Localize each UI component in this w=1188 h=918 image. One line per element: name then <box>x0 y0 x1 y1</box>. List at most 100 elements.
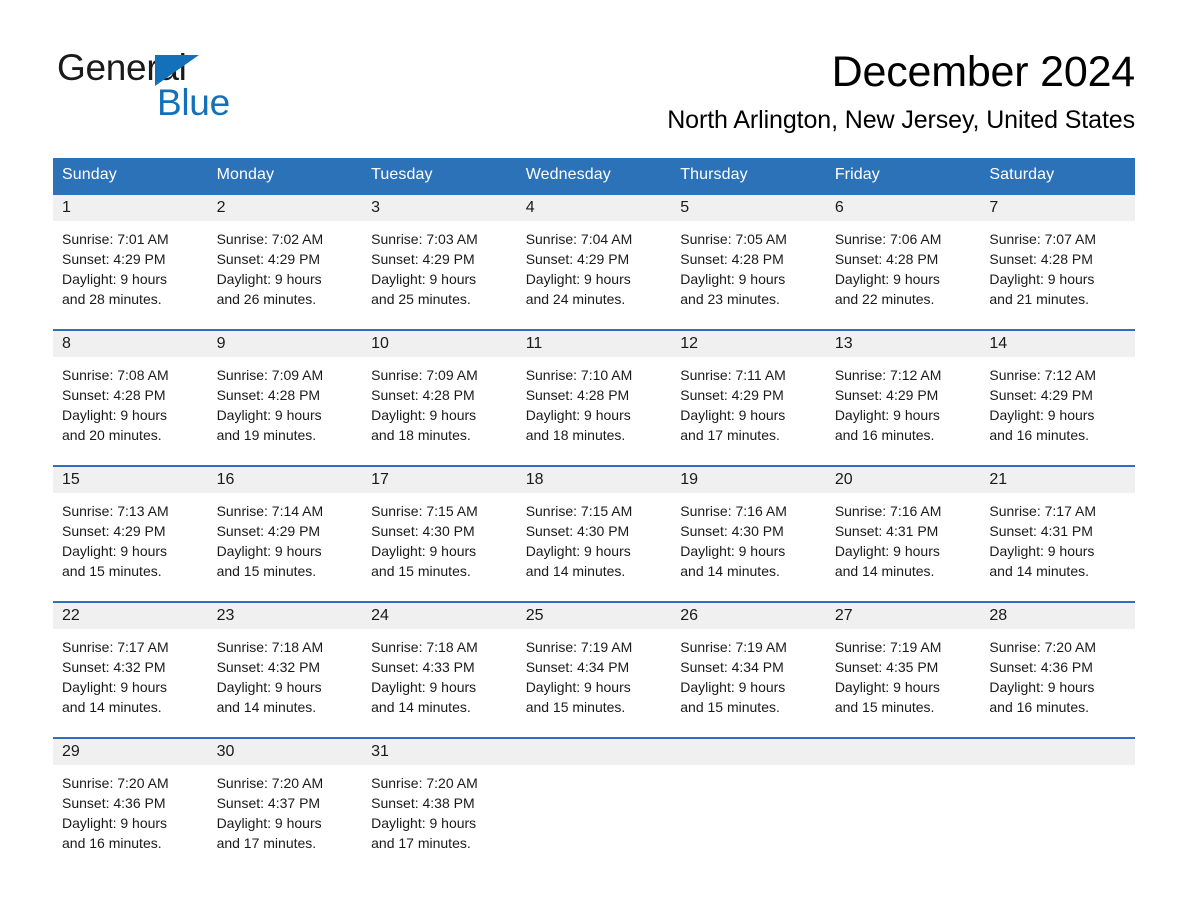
sunrise-text: Sunrise: 7:12 AM <box>989 367 1096 383</box>
day-cell[interactable]: 28 Sunrise: 7:20 AM Sunset: 4:36 PM Dayl… <box>980 601 1135 738</box>
sunrise-text: Sunrise: 7:06 AM <box>834 231 942 247</box>
sunset-text: Sunset: 4:29 PM <box>216 251 321 267</box>
day-number: 26 <box>671 603 826 629</box>
sunrise-text: Sunrise: 7:09 AM <box>371 367 478 383</box>
daylight-text-line2: and 24 minutes. <box>525 291 626 307</box>
day-cell[interactable]: 24 Sunrise: 7:18 AM Sunset: 4:33 PM Dayl… <box>362 601 517 738</box>
day-number: 28 <box>980 603 1135 629</box>
day-details: Sunrise: 7:09 AM Sunset: 4:28 PM Dayligh… <box>208 357 363 445</box>
sunset-text: Sunset: 4:29 PM <box>371 251 475 267</box>
day-cell[interactable]: 23 Sunrise: 7:18 AM Sunset: 4:32 PM Dayl… <box>207 601 363 738</box>
location-subtitle: North Arlington, New Jersey, United Stat… <box>667 106 1135 134</box>
daylight-text-line2: and 15 minutes. <box>680 699 780 715</box>
daylight-text-line2: and 17 minutes. <box>216 835 317 851</box>
page-title: December 2024 <box>831 48 1136 96</box>
day-cell[interactable]: 5 Sunrise: 7:05 AM Sunset: 4:28 PM Dayli… <box>671 193 826 330</box>
sunrise-text: Sunrise: 7:07 AM <box>989 231 1096 247</box>
day-cell[interactable]: 26 Sunrise: 7:19 AM Sunset: 4:34 PM Dayl… <box>671 601 826 738</box>
day-cell[interactable]: 20 Sunrise: 7:16 AM Sunset: 4:31 PM Dayl… <box>825 465 981 602</box>
day-cell[interactable]: 10 Sunrise: 7:09 AM Sunset: 4:28 PM Dayl… <box>362 329 517 466</box>
day-number: 7 <box>980 195 1135 221</box>
daylight-text-line2: and 20 minutes. <box>62 427 162 443</box>
weekday-header-saturday: Saturday <box>980 158 1135 194</box>
day-details: Sunrise: 7:10 AM Sunset: 4:28 PM Dayligh… <box>517 357 672 445</box>
day-number: 18 <box>516 467 672 493</box>
day-cell[interactable]: 18 Sunrise: 7:15 AM Sunset: 4:30 PM Dayl… <box>516 465 672 602</box>
day-number: 31 <box>362 739 517 765</box>
daylight-text-line2: and 16 minutes. <box>989 699 1089 715</box>
sunrise-text: Sunrise: 7:18 AM <box>371 639 478 655</box>
daylight-text-line2: and 14 minutes. <box>216 699 317 715</box>
day-number: 17 <box>362 467 517 493</box>
day-number: 4 <box>516 195 672 221</box>
day-number: 30 <box>207 739 363 765</box>
day-cell[interactable]: 6 Sunrise: 7:06 AM Sunset: 4:28 PM Dayli… <box>825 193 981 330</box>
daylight-text-line1: Daylight: 9 hours <box>834 679 940 695</box>
day-details: Sunrise: 7:12 AM Sunset: 4:29 PM Dayligh… <box>826 357 981 445</box>
day-cell[interactable]: 11 Sunrise: 7:10 AM Sunset: 4:28 PM Dayl… <box>516 329 672 466</box>
day-cell[interactable]: 27 Sunrise: 7:19 AM Sunset: 4:35 PM Dayl… <box>825 601 981 738</box>
daylight-text-line1: Daylight: 9 hours <box>989 543 1095 559</box>
title-block: December 2024 North Arlington, New Jerse… <box>667 46 1135 136</box>
day-number: 25 <box>516 603 672 629</box>
day-cell[interactable]: 7 Sunrise: 7:07 AM Sunset: 4:28 PM Dayli… <box>980 193 1135 330</box>
daylight-text-line2: and 14 minutes. <box>62 699 162 715</box>
sunset-text: Sunset: 4:29 PM <box>989 387 1093 403</box>
day-cell[interactable]: 16 Sunrise: 7:14 AM Sunset: 4:29 PM Dayl… <box>207 465 363 602</box>
day-cell[interactable]: 15 Sunrise: 7:13 AM Sunset: 4:29 PM Dayl… <box>53 465 208 602</box>
sunrise-text: Sunrise: 7:05 AM <box>680 231 787 247</box>
general-blue-logo[interactable]: General Blue <box>57 48 317 123</box>
day-number: 29 <box>53 739 208 765</box>
sunrise-text: Sunrise: 7:08 AM <box>62 367 169 383</box>
day-details: Sunrise: 7:06 AM Sunset: 4:28 PM Dayligh… <box>826 221 981 309</box>
weekday-header-thursday: Thursday <box>671 158 826 194</box>
calendar-page: General Blue December 2024 North Arlingt… <box>0 0 1188 918</box>
daylight-text-line2: and 15 minutes. <box>525 699 626 715</box>
sunset-text: Sunset: 4:28 PM <box>62 387 166 403</box>
daylight-text-line2: and 23 minutes. <box>680 291 780 307</box>
day-cell[interactable]: 9 Sunrise: 7:09 AM Sunset: 4:28 PM Dayli… <box>207 329 363 466</box>
day-number: 8 <box>53 331 208 357</box>
day-cell[interactable]: 19 Sunrise: 7:16 AM Sunset: 4:30 PM Dayl… <box>671 465 826 602</box>
day-cell[interactable]: 3 Sunrise: 7:03 AM Sunset: 4:29 PM Dayli… <box>362 193 517 330</box>
day-number <box>671 739 826 765</box>
day-details: Sunrise: 7:07 AM Sunset: 4:28 PM Dayligh… <box>980 221 1135 309</box>
day-cell[interactable]: 25 Sunrise: 7:19 AM Sunset: 4:34 PM Dayl… <box>516 601 672 738</box>
day-cell[interactable]: 14 Sunrise: 7:12 AM Sunset: 4:29 PM Dayl… <box>980 329 1135 466</box>
sunrise-sunset-calendar-table: Sunday Monday Tuesday Wednesday Thursday… <box>53 158 1135 857</box>
day-details: Sunrise: 7:15 AM Sunset: 4:30 PM Dayligh… <box>517 493 672 581</box>
calendar-week-row: 15 Sunrise: 7:13 AM Sunset: 4:29 PM Dayl… <box>53 465 1135 602</box>
day-number <box>980 739 1135 765</box>
day-number: 6 <box>825 195 981 221</box>
day-cell[interactable]: 8 Sunrise: 7:08 AM Sunset: 4:28 PM Dayli… <box>53 329 208 466</box>
day-cell[interactable]: 12 Sunrise: 7:11 AM Sunset: 4:29 PM Dayl… <box>671 329 826 466</box>
daylight-text-line1: Daylight: 9 hours <box>525 543 631 559</box>
day-number: 13 <box>825 331 981 357</box>
daylight-text-line1: Daylight: 9 hours <box>216 543 322 559</box>
day-cell[interactable]: 2 Sunrise: 7:02 AM Sunset: 4:29 PM Dayli… <box>207 193 363 330</box>
day-cell[interactable]: 1 Sunrise: 7:01 AM Sunset: 4:29 PM Dayli… <box>53 193 208 330</box>
day-cell-empty <box>516 737 672 857</box>
daylight-text-line2: and 26 minutes. <box>216 291 317 307</box>
day-cell[interactable]: 31 Sunrise: 7:20 AM Sunset: 4:38 PM Dayl… <box>362 737 517 857</box>
day-cell[interactable]: 17 Sunrise: 7:15 AM Sunset: 4:30 PM Dayl… <box>362 465 517 602</box>
day-details: Sunrise: 7:20 AM Sunset: 4:36 PM Dayligh… <box>980 629 1135 717</box>
day-cell[interactable]: 22 Sunrise: 7:17 AM Sunset: 4:32 PM Dayl… <box>53 601 208 738</box>
sunrise-text: Sunrise: 7:10 AM <box>525 367 633 383</box>
day-number: 3 <box>362 195 517 221</box>
sunrise-text: Sunrise: 7:16 AM <box>834 503 942 519</box>
weekday-header-friday: Friday <box>825 158 981 194</box>
sunset-text: Sunset: 4:28 PM <box>216 387 321 403</box>
weekday-header-tuesday: Tuesday <box>362 158 517 194</box>
sunset-text: Sunset: 4:28 PM <box>371 387 475 403</box>
daylight-text-line2: and 18 minutes. <box>371 427 471 443</box>
day-details: Sunrise: 7:13 AM Sunset: 4:29 PM Dayligh… <box>53 493 208 581</box>
day-cell[interactable]: 29 Sunrise: 7:20 AM Sunset: 4:36 PM Dayl… <box>53 737 208 857</box>
day-cell[interactable]: 13 Sunrise: 7:12 AM Sunset: 4:29 PM Dayl… <box>825 329 981 466</box>
day-cell[interactable]: 30 Sunrise: 7:20 AM Sunset: 4:37 PM Dayl… <box>207 737 363 857</box>
daylight-text-line1: Daylight: 9 hours <box>680 271 786 287</box>
day-details: Sunrise: 7:18 AM Sunset: 4:33 PM Dayligh… <box>362 629 517 717</box>
day-cell[interactable]: 4 Sunrise: 7:04 AM Sunset: 4:29 PM Dayli… <box>516 193 672 330</box>
calendar-week-row: 29 Sunrise: 7:20 AM Sunset: 4:36 PM Dayl… <box>53 737 1135 857</box>
day-cell[interactable]: 21 Sunrise: 7:17 AM Sunset: 4:31 PM Dayl… <box>980 465 1135 602</box>
